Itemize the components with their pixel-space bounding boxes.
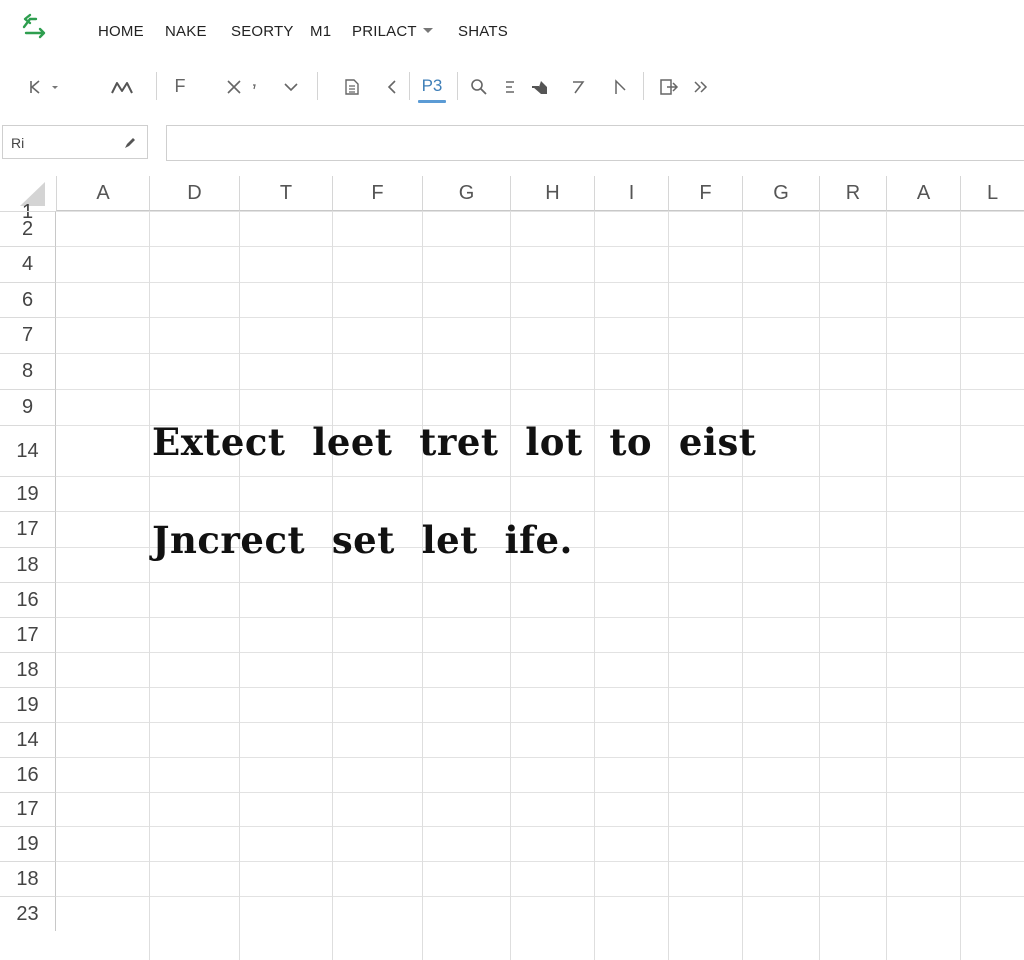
column-header[interactable]: R xyxy=(819,176,886,211)
row-header[interactable]: 17 xyxy=(0,511,56,547)
chevron-down-icon[interactable] xyxy=(280,76,302,98)
name-box[interactable]: Ri xyxy=(2,125,148,159)
row-gridline xyxy=(56,652,1024,653)
menu-shats[interactable]: SHATS xyxy=(458,23,508,40)
column-header[interactable]: G xyxy=(742,176,819,211)
row-gridline xyxy=(56,317,1024,318)
row-gridline xyxy=(56,687,1024,688)
row-header[interactable]: 16 xyxy=(0,757,56,792)
row-gridline xyxy=(56,617,1024,618)
toolbar-divider xyxy=(643,72,644,100)
row-header[interactable]: 19 xyxy=(0,687,56,722)
column-gridline xyxy=(886,211,887,960)
column-header[interactable]: T xyxy=(239,176,332,211)
row-header[interactable]: 6 xyxy=(0,282,56,317)
menu-prilact[interactable]: PRILACT xyxy=(352,23,417,40)
column-gridline xyxy=(819,211,820,960)
column-gridline xyxy=(742,211,743,960)
undo-dropdown-button[interactable] xyxy=(24,76,64,98)
toolbar-divider xyxy=(409,72,410,100)
row-gridline xyxy=(56,861,1024,862)
column-gridline xyxy=(239,211,240,960)
row-header[interactable]: 4 xyxy=(0,246,56,282)
column-gridline xyxy=(510,211,511,960)
row-header[interactable]: 2 xyxy=(0,211,56,246)
insert-icon[interactable] xyxy=(656,76,680,98)
column-gridline xyxy=(668,211,669,960)
column-gridline xyxy=(332,211,333,960)
row-gridline xyxy=(56,582,1024,583)
row-header[interactable]: 7 xyxy=(0,317,56,353)
row-gridline xyxy=(56,246,1024,247)
row-header[interactable]: 9 xyxy=(0,389,56,425)
column-header[interactable]: L xyxy=(960,176,1024,211)
name-box-value: Ri xyxy=(11,135,25,151)
row-header[interactable]: 16 xyxy=(0,582,56,617)
row-header[interactable]: 19 xyxy=(0,476,56,511)
spreadsheet-grid[interactable]: A D T F G H I F G R A L 1 2 4 6 7 8 9 14 19 17 18 16 17 18 19 14 16 1… xyxy=(0,176,1024,960)
pointer-icon[interactable] xyxy=(610,76,630,98)
chevron-down-icon[interactable] xyxy=(420,24,436,36)
row-header[interactable]: 19 xyxy=(0,826,56,861)
row-header[interactable]: 17 xyxy=(0,617,56,652)
row-header[interactable]: 18 xyxy=(0,652,56,687)
row-header[interactable]: 8 xyxy=(0,353,56,389)
cut-icon[interactable] xyxy=(222,76,262,98)
search-icon[interactable] xyxy=(468,76,490,98)
row-gridline xyxy=(56,476,1024,477)
cell-text-row-17[interactable]: Jncrect set let ife. xyxy=(152,518,573,562)
toolbar-divider xyxy=(156,72,157,100)
column-header[interactable]: G xyxy=(422,176,510,211)
row-gridline xyxy=(56,896,1024,897)
more-chevrons-icon[interactable] xyxy=(690,76,712,98)
column-gridline xyxy=(960,211,961,960)
column-gridline xyxy=(149,211,150,960)
row-gridline xyxy=(56,792,1024,793)
column-header[interactable]: F xyxy=(332,176,422,211)
column-header[interactable]: H xyxy=(510,176,594,211)
menu-home[interactable]: HOME xyxy=(98,23,144,40)
app-logo-icon[interactable] xyxy=(20,13,50,39)
column-gridline xyxy=(594,211,595,960)
column-gridline xyxy=(422,211,423,960)
font-button[interactable]: F xyxy=(168,75,192,97)
formula-bar-input[interactable] xyxy=(166,125,1024,161)
row-gridline xyxy=(56,511,1024,512)
row-gridline xyxy=(56,353,1024,354)
row-gridline xyxy=(56,722,1024,723)
menu-seorty[interactable]: SEORTY xyxy=(231,23,294,40)
chevron-left-icon[interactable] xyxy=(382,76,402,98)
row-gridline xyxy=(56,826,1024,827)
toolbar-divider xyxy=(457,72,458,100)
row-gridline xyxy=(56,211,1024,212)
fill-color-icon[interactable] xyxy=(528,76,554,98)
row-header[interactable]: 18 xyxy=(0,547,56,582)
row-gridline xyxy=(56,389,1024,390)
paragraph-style-button[interactable]: P3 xyxy=(418,75,446,97)
row-header[interactable]: 14 xyxy=(0,722,56,757)
column-header[interactable]: A xyxy=(886,176,960,211)
menu-nake[interactable]: NAKE xyxy=(165,23,207,40)
row-header[interactable]: 18 xyxy=(0,861,56,896)
document-icon[interactable] xyxy=(340,76,364,98)
menu-m1[interactable]: M1 xyxy=(310,23,331,40)
cell-text-row-9[interactable]: Extect leet tret lot to eist xyxy=(152,420,756,464)
toolbar-divider xyxy=(317,72,318,100)
pen-icon[interactable] xyxy=(123,136,137,150)
row-header[interactable]: 14 xyxy=(0,425,56,476)
row-gridline xyxy=(56,757,1024,758)
row-header[interactable]: 17 xyxy=(0,792,56,826)
arrow-diagonal-icon[interactable] xyxy=(568,76,588,98)
column-header[interactable]: A xyxy=(56,176,149,211)
align-icon[interactable] xyxy=(502,76,520,98)
row-gridline xyxy=(56,282,1024,283)
column-header[interactable]: I xyxy=(594,176,668,211)
column-header[interactable]: F xyxy=(668,176,742,211)
format-painter-icon[interactable] xyxy=(108,76,138,98)
row-header[interactable]: 23 xyxy=(0,896,56,931)
active-tool-indicator xyxy=(418,100,446,103)
column-header[interactable]: D xyxy=(149,176,239,211)
menu-bar: HOME NAKE SEORTY M1 PRILACT SHATS xyxy=(0,0,1024,62)
